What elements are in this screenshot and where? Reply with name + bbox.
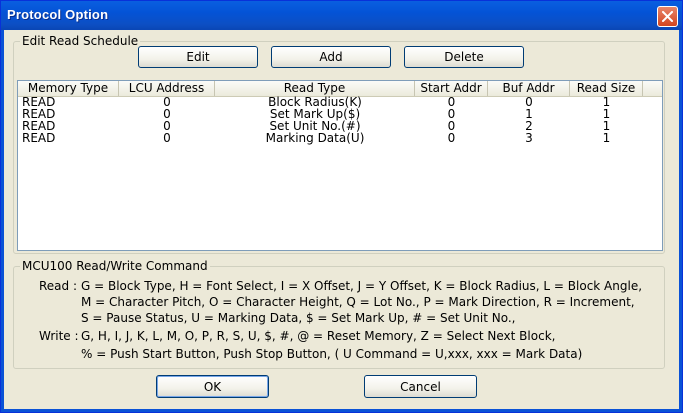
write-command-line: % = Push Start Button, Push Stop Button,… bbox=[81, 347, 583, 361]
table-row[interactable]: READ 0 Marking Data(U) 0 3 1 bbox=[18, 132, 662, 144]
column-header-read-type[interactable]: Read Type bbox=[215, 81, 415, 96]
delete-button[interactable]: Delete bbox=[404, 46, 524, 68]
title-bar[interactable]: Protocol Option bbox=[1, 1, 682, 30]
read-command-line: G = Block Type, H = Font Select, I = X O… bbox=[81, 279, 643, 293]
column-header-buf-addr[interactable]: Buf Addr bbox=[488, 81, 570, 96]
write-command-line: G, H, I, J, K, L, M, O, P, R, S, U, $, #… bbox=[81, 329, 556, 343]
column-header-start-addr[interactable]: Start Addr bbox=[415, 81, 488, 96]
window-frame-left bbox=[1, 30, 4, 412]
read-size-cell: 1 bbox=[602, 131, 611, 145]
window-frame-right bbox=[679, 30, 682, 412]
window-frame-bottom bbox=[1, 409, 682, 412]
add-button[interactable]: Add bbox=[271, 46, 391, 68]
buf-addr-cell: 3 bbox=[525, 131, 533, 145]
edit-button[interactable]: Edit bbox=[138, 46, 258, 68]
column-header-read-size[interactable]: Read Size bbox=[570, 81, 643, 96]
ok-button[interactable]: OK bbox=[156, 375, 269, 398]
lcu-address-cell: 0 bbox=[163, 131, 171, 145]
column-header-lcu-address[interactable]: LCU Address bbox=[119, 81, 215, 96]
cancel-button[interactable]: Cancel bbox=[364, 375, 477, 398]
close-icon bbox=[662, 11, 673, 22]
write-label: Write : bbox=[39, 329, 79, 343]
mcu100-command-label: MCU100 Read/Write Command bbox=[22, 259, 208, 273]
window-title: Protocol Option bbox=[7, 7, 109, 22]
start-addr-cell: 0 bbox=[447, 131, 456, 145]
close-button[interactable] bbox=[657, 6, 678, 27]
protocol-option-dialog: Protocol Option Edit Read Schedule Edit … bbox=[0, 0, 683, 413]
read-label: Read : bbox=[39, 279, 78, 293]
read-schedule-list[interactable]: Memory Type LCU Address Read Type Start … bbox=[17, 80, 663, 251]
read-command-line: S = Pause Status, U = Marking Data, $ = … bbox=[81, 311, 516, 325]
memory-type-cell: READ bbox=[22, 131, 56, 145]
edit-read-schedule-label: Edit Read Schedule bbox=[22, 34, 139, 48]
read-type-cell: Marking Data(U) bbox=[265, 131, 365, 145]
column-header-memory-type[interactable]: Memory Type bbox=[18, 81, 119, 96]
read-command-line: M = Character Pitch, O = Character Heigh… bbox=[81, 295, 635, 309]
